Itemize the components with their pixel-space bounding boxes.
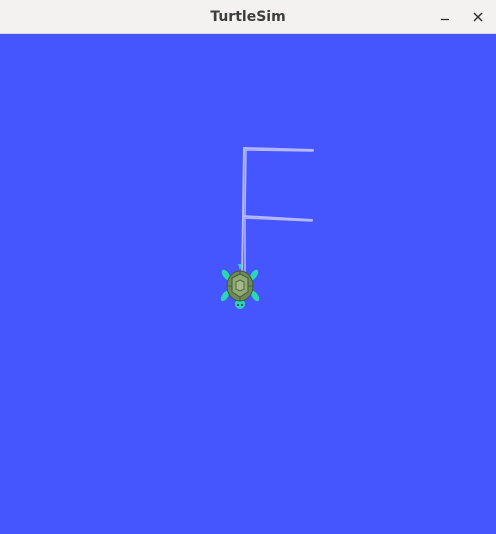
minimize-button[interactable] — [433, 5, 457, 29]
close-button[interactable] — [466, 5, 490, 29]
turtlesim-window: TurtleSim — [0, 0, 496, 534]
title-bar[interactable]: TurtleSim — [0, 0, 496, 34]
pen-trail-vertical — [241, 147, 245, 277]
pen-trail — [241, 147, 314, 277]
turtle-canvas — [0, 34, 496, 534]
window-title: TurtleSim — [210, 9, 286, 25]
pen-trail-top-bar-2 — [244, 149, 314, 152]
drawing-surface — [220, 147, 314, 309]
pen-trail-vertical-2 — [244, 149, 247, 277]
close-icon — [466, 11, 490, 23]
turtle-icon — [220, 264, 260, 309]
minimize-icon — [433, 11, 457, 23]
